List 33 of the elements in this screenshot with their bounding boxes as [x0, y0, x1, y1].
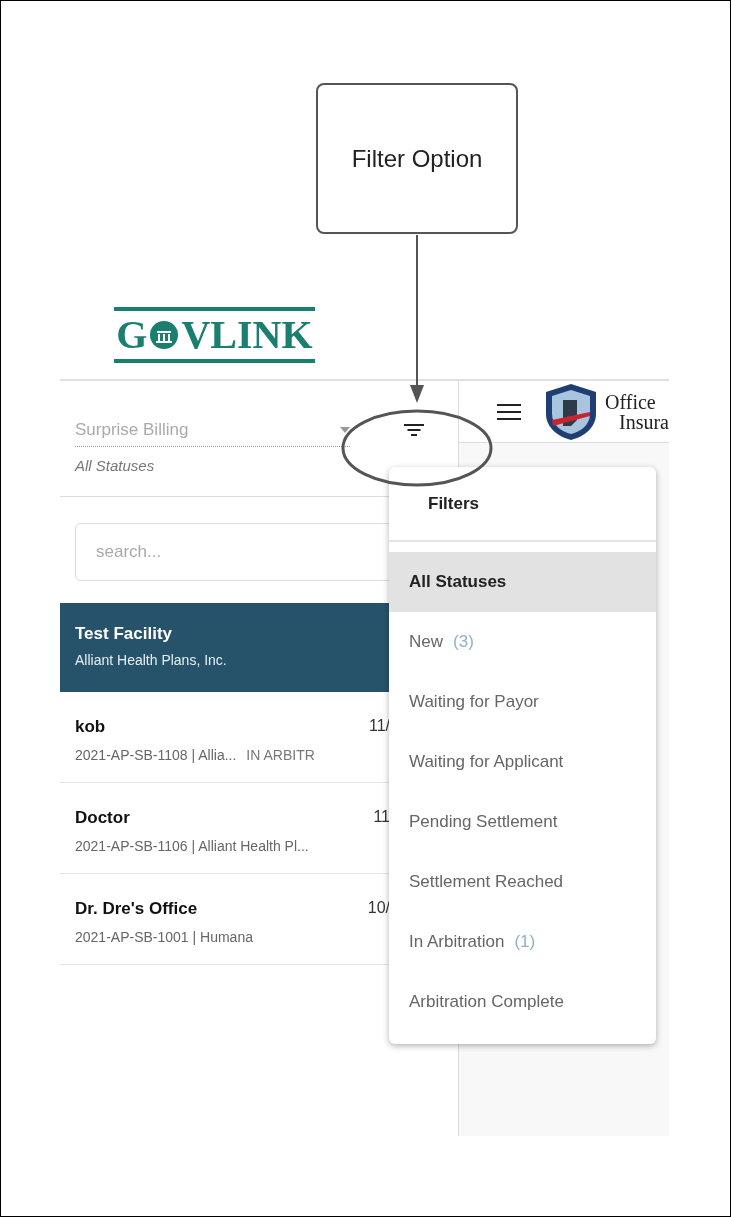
filter-option[interactable]: New (3): [389, 612, 656, 672]
filter-icon: [404, 424, 424, 436]
case-subtitle: Alliant Health Plans, Inc.: [75, 651, 227, 670]
shield-icon: [543, 381, 599, 442]
option-label: New: [409, 631, 443, 654]
case-status: IN ARBITR: [246, 746, 315, 765]
case-subtitle: 2021-AP-SB-1001 | Humana: [75, 928, 253, 947]
case-date: 10/: [367, 897, 390, 918]
filter-option[interactable]: Waiting for Payor: [389, 672, 656, 732]
callout-text: Filter Option: [351, 143, 483, 174]
agency-name: Office: [605, 391, 657, 412]
option-label: Arbitration Complete: [409, 991, 564, 1014]
case-title: Dr. Dre's Office: [75, 897, 198, 920]
count-label: (1): [514, 931, 536, 954]
filter-option[interactable]: Pending Settlement: [389, 792, 656, 852]
filter-option[interactable]: All Statuses: [389, 552, 656, 612]
case-title: kob: [75, 715, 106, 738]
filter-option[interactable]: Waiting for Applicant: [389, 732, 656, 792]
case-subtitle: 2021-AP-SB-1106 | Alliant Health Pl...: [75, 837, 309, 856]
logo: G VLINK: [114, 306, 315, 363]
case-subtitle: 2021-AP-SB-1108 | Allia...: [75, 746, 237, 765]
filter-option[interactable]: Settlement Reached: [389, 852, 656, 912]
menu-button[interactable]: [497, 401, 521, 422]
case-date: 11: [373, 806, 390, 827]
case-date: 11/: [368, 715, 390, 736]
case-title: Doctor: [75, 806, 130, 829]
menu-title: Filters: [428, 492, 480, 515]
case-title: Test Facility: [75, 622, 172, 645]
filter-option[interactable]: In Arbitration (1): [389, 912, 656, 972]
agency-name: Insura: [618, 411, 669, 432]
filter-option[interactable]: Arbitration Complete: [389, 972, 656, 1032]
status-label: All Statuses: [75, 456, 156, 476]
caret-icon: [340, 426, 350, 433]
